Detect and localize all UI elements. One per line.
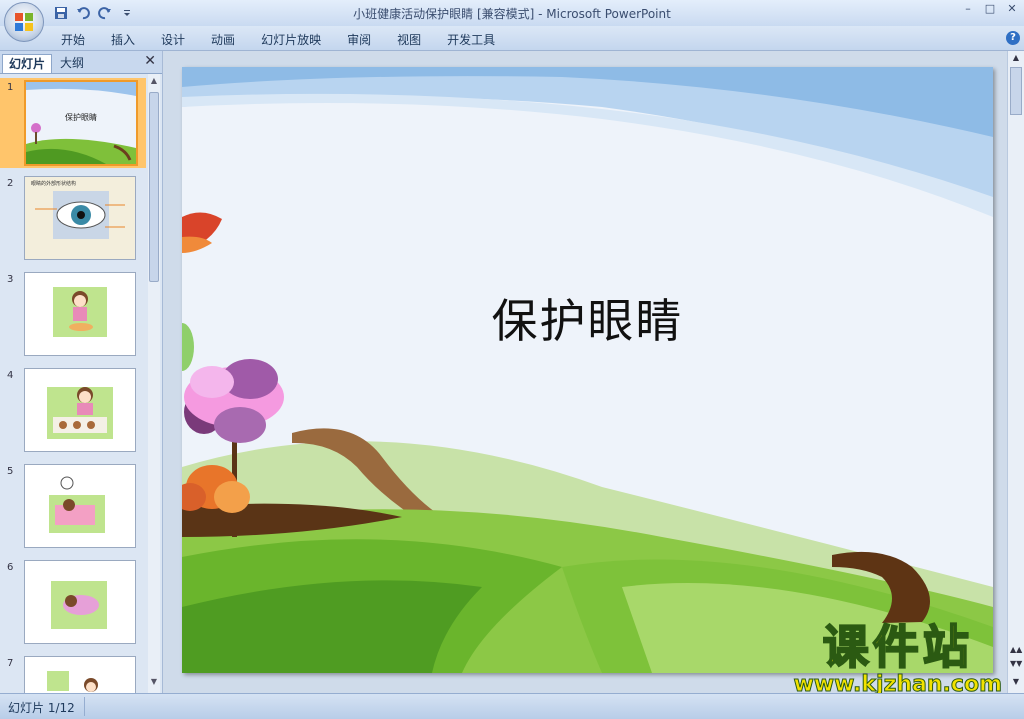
slide-title[interactable]: 保护眼睛 — [182, 285, 993, 351]
watermark: 课件站 www.kjzhan.com — [793, 620, 1003, 697]
window-title: 小班健康活动保护眼睛 [兼容模式] - Microsoft PowerPoint — [353, 7, 671, 21]
thumbnail-number: 3 — [7, 274, 14, 285]
thumbnail-slide-3[interactable]: 3 — [0, 270, 146, 360]
panel-tabs: 幻灯片 大纲 ✕ — [0, 51, 162, 74]
next-slide-icon[interactable]: ▼▼ — [1010, 659, 1022, 671]
thumbnail-slide-5[interactable]: 5 — [0, 462, 146, 552]
help-icon[interactable]: ? — [1006, 31, 1020, 45]
thumbnail-image — [24, 368, 136, 452]
status-bar: 幻灯片 1/12 — [0, 693, 1024, 719]
close-icon[interactable]: ✕ — [144, 53, 156, 69]
thumbnail-image — [24, 656, 136, 693]
tab-view[interactable]: 视图 — [384, 31, 434, 48]
thumbnail-image: 保护眼睛 — [24, 80, 138, 166]
thumbnail-slide-7[interactable]: 7 — [0, 654, 146, 693]
tab-developer[interactable]: 开发工具 — [434, 31, 508, 48]
scroll-down-icon[interactable]: ▼ — [1010, 677, 1022, 689]
tab-slide-show[interactable]: 幻灯片放映 — [248, 31, 334, 48]
office-button[interactable] — [4, 2, 44, 42]
thumbnail-list: 1 保护眼睛 2 眼睛的外部形状结构 3 4 5 6 7 — [0, 74, 146, 693]
maximize-button[interactable]: □ — [984, 3, 996, 15]
editor-scrollbar[interactable]: ▲ ▲▲ ▼▼ ▼ — [1007, 51, 1024, 693]
scrollbar-thumb[interactable] — [1010, 67, 1022, 115]
tab-review[interactable]: 审阅 — [334, 31, 384, 48]
thumbnail-image — [24, 464, 136, 548]
minimize-button[interactable]: – — [962, 3, 974, 15]
slide-editor: 保护眼睛 课件站 www.kjzhan.com ▲ ▲▲ ▼▼ ▼ — [166, 51, 1024, 697]
tab-slides[interactable]: 幻灯片 — [2, 54, 53, 73]
close-button[interactable]: ✕ — [1006, 3, 1018, 15]
tab-animations[interactable]: 动画 — [198, 31, 248, 48]
thumbnail-slide-2[interactable]: 2 眼睛的外部形状结构 — [0, 174, 146, 264]
title-bar: 小班健康活动保护眼睛 [兼容模式] - Microsoft PowerPoint… — [0, 0, 1024, 42]
thumbnail-image — [24, 560, 136, 644]
slide-counter: 幻灯片 1/12 — [8, 701, 75, 715]
watermark-logo-text: 课件站 — [822, 620, 973, 674]
ribbon-tabs: 开始 插入 设计 动画 幻灯片放映 审阅 视图 开发工具 ? — [0, 26, 1024, 51]
slide-background — [182, 67, 993, 673]
slides-panel: 幻灯片 大纲 ✕ 1 保护眼睛 2 眼睛的外部形状结构 3 4 5 6 7 ▲ … — [0, 51, 163, 693]
tab-insert[interactable]: 插入 — [98, 31, 148, 48]
scroll-up-icon[interactable]: ▲ — [148, 76, 160, 90]
thumbnail-image — [24, 272, 136, 356]
thumbnail-scrollbar[interactable]: ▲ ▼ — [148, 74, 160, 693]
thumbnail-number: 1 — [7, 82, 14, 93]
thumbnail-number: 2 — [7, 178, 14, 189]
thumbnail-slide-4[interactable]: 4 — [0, 366, 146, 456]
thumbnail-image: 眼睛的外部形状结构 — [24, 176, 136, 260]
thumbnail-number: 5 — [7, 466, 14, 477]
tab-design[interactable]: 设计 — [148, 31, 198, 48]
thumbnail-caption: 保护眼睛 — [65, 113, 97, 122]
thumbnail-number: 6 — [7, 562, 14, 573]
tab-home[interactable]: 开始 — [48, 31, 98, 48]
thumbnail-number: 4 — [7, 370, 14, 381]
thumbnail-number: 7 — [7, 658, 14, 669]
tab-outline[interactable]: 大纲 — [54, 54, 90, 72]
previous-slide-icon[interactable]: ▲▲ — [1010, 645, 1022, 657]
thumbnail-caption: 眼睛的外部形状结构 — [31, 181, 77, 187]
office-logo-icon — [15, 13, 33, 31]
scrollbar-thumb[interactable] — [149, 92, 159, 282]
scroll-up-icon[interactable]: ▲ — [1010, 53, 1022, 65]
scroll-down-icon[interactable]: ▼ — [148, 677, 160, 691]
slide-canvas[interactable]: 保护眼睛 — [182, 67, 993, 673]
window-controls: – □ ✕ — [962, 3, 1018, 15]
thumbnail-slide-1[interactable]: 1 保护眼睛 — [0, 78, 146, 168]
status-separator — [84, 697, 85, 716]
thumbnail-slide-6[interactable]: 6 — [0, 558, 146, 648]
